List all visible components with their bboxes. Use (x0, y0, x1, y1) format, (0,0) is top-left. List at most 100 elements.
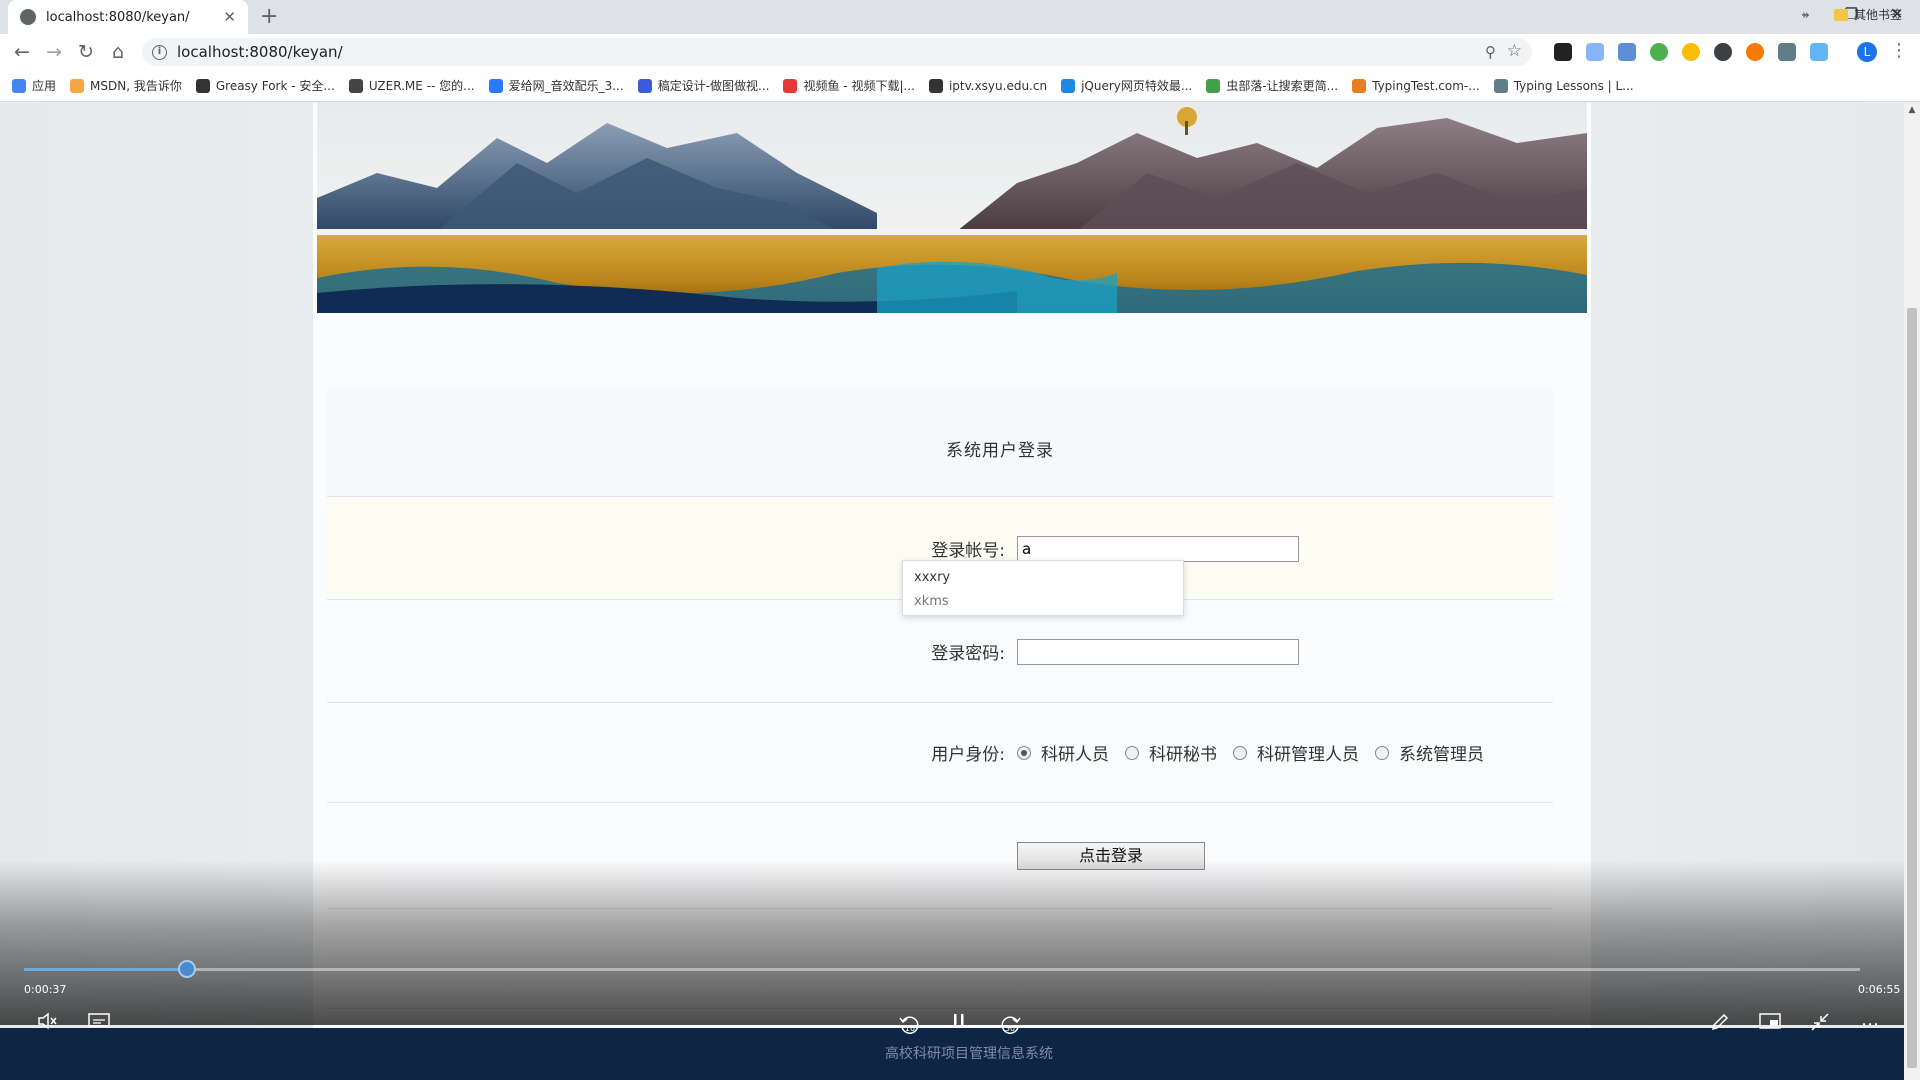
extension-icon[interactable] (1618, 43, 1636, 61)
address-bar[interactable]: i localhost:8080/keyan/ ⚲ ☆ (142, 38, 1532, 66)
extension-icon[interactable] (1650, 43, 1668, 61)
new-tab-icon[interactable]: + (260, 4, 278, 30)
zoom-icon[interactable]: ⚲ (1485, 43, 1496, 61)
radio-button[interactable] (1017, 745, 1031, 760)
total-time: 0:06:55 (1858, 983, 1901, 996)
back-icon[interactable]: ← (8, 38, 36, 66)
autocomplete-option[interactable]: xkms (903, 595, 1183, 615)
bookmark-label: TypingTest.com-... (1372, 78, 1480, 93)
radio-button[interactable] (1125, 745, 1139, 760)
apps-grid-icon (12, 78, 26, 93)
bookmark-favicon-icon (783, 78, 798, 93)
tab-title: localhost:8080/keyan/ (46, 9, 190, 25)
form-title-row: 系统用户登录 (327, 388, 1553, 497)
role-label: 用户身份: (931, 745, 1005, 765)
landscape-banner-image (317, 103, 1587, 313)
more-options-icon[interactable]: ⋯ (1856, 1012, 1884, 1038)
info-icon[interactable]: i (152, 44, 167, 60)
bookmark-favicon-icon (1061, 78, 1076, 93)
extension-icon[interactable] (1714, 43, 1732, 61)
bookmark-item[interactable]: MSDN, 我告诉你 (70, 77, 182, 94)
role-option-label: 科研秘书 (1149, 745, 1217, 765)
extension-icon[interactable] (1586, 43, 1604, 61)
role-radio-system-admin[interactable]: 系统管理员 (1375, 740, 1484, 765)
bookmark-favicon-icon (928, 78, 943, 93)
url-text: localhost:8080/keyan/ (177, 43, 343, 61)
bookmark-item[interactable]: jQuery网页特效最... (1061, 77, 1192, 94)
scroll-thumb[interactable] (1907, 308, 1917, 1068)
exit-fullscreen-icon[interactable] (1806, 1012, 1834, 1038)
picture-in-picture-icon[interactable] (1756, 1012, 1784, 1038)
bookmark-favicon-icon (1493, 78, 1508, 93)
bookmarks-bar: 应用 MSDN, 我告诉你 Greasy Fork - 安全... UZER.ME -… (0, 70, 1920, 102)
bookmark-label: MSDN, 我告诉你 (90, 79, 182, 93)
browser-tab[interactable]: localhost:8080/keyan/ ✕ (8, 0, 248, 34)
rewind-10-icon[interactable]: 10 (895, 1012, 925, 1038)
bookmark-label: iptv.xsyu.edu.cn (948, 78, 1048, 93)
extension-icon[interactable] (1746, 43, 1764, 61)
bookmark-item[interactable]: 视频鱼 - 视频下载|... (783, 77, 915, 94)
other-bookmarks[interactable]: 其他书签 (1834, 6, 1902, 23)
forward-30-icon[interactable]: 30 (995, 1012, 1025, 1038)
bookmark-favicon-icon (488, 78, 503, 93)
role-radio-research-manager[interactable]: 科研管理人员 (1233, 740, 1359, 765)
video-progress-bar[interactable] (24, 960, 1860, 978)
pen-icon[interactable] (1706, 1012, 1734, 1038)
password-label: 登录密码: (931, 644, 1005, 664)
profile-avatar[interactable]: L (1857, 42, 1877, 62)
bookmark-label: UZER.ME -- 您的... (368, 79, 475, 93)
account-input[interactable] (1017, 536, 1299, 562)
more-bookmarks-icon[interactable]: » (1802, 8, 1810, 23)
bookmark-item[interactable]: Greasy Fork - 安全... (195, 77, 335, 94)
bookmark-favicon-icon (70, 78, 85, 93)
radio-button[interactable] (1233, 745, 1247, 760)
bookmark-label: 稿定设计-做图做视... (657, 79, 770, 93)
bookmark-item[interactable]: 爱给网_音效配乐_3... (488, 77, 624, 94)
role-option-label: 系统管理员 (1399, 745, 1484, 765)
bookmark-item[interactable]: Typing Lessons | L... (1493, 78, 1634, 93)
scroll-up-icon[interactable]: ▲ (1904, 105, 1920, 115)
video-controls-overlay (0, 860, 1904, 1025)
bookmark-item[interactable]: 稿定设计-做图做视... (637, 77, 770, 94)
header-banner (317, 103, 1587, 313)
progress-fill (24, 968, 188, 971)
autocomplete-dropdown: xxxry xkms (902, 560, 1184, 616)
star-icon[interactable]: ☆ (1507, 41, 1522, 61)
bookmark-item[interactable]: TypingTest.com-... (1352, 78, 1480, 93)
bookmark-item[interactable]: 虫部落-让搜索更简... (1206, 77, 1338, 94)
role-radio-secretary[interactable]: 科研秘书 (1125, 740, 1217, 765)
globe-icon (20, 9, 36, 25)
bookmark-favicon-icon (1206, 78, 1221, 93)
mute-icon[interactable] (33, 1012, 61, 1038)
bookmark-item[interactable]: UZER.ME -- 您的... (348, 77, 475, 94)
forward-seconds-label: 30 (1005, 1024, 1015, 1033)
chrome-icon[interactable] (1682, 43, 1700, 61)
subtitles-icon[interactable] (85, 1012, 113, 1038)
bookmark-item[interactable]: iptv.xsyu.edu.cn (928, 78, 1048, 93)
password-input[interactable] (1017, 639, 1299, 665)
account-label: 登录帐号: (931, 541, 1005, 561)
extension-icon[interactable] (1778, 43, 1796, 61)
pause-icon[interactable] (945, 1012, 973, 1038)
browser-toolbar: ← → ↻ ⌂ i localhost:8080/keyan/ ⚲ ☆ L ⋮ (0, 34, 1920, 70)
tab-strip: localhost:8080/keyan/ ✕ + – ❐ ✕ (0, 0, 1920, 34)
close-icon[interactable]: ✕ (223, 8, 236, 26)
vertical-scrollbar[interactable]: ▲ (1904, 103, 1920, 1080)
bookmark-label: 应用 (32, 79, 57, 93)
bookmark-label: 虫部落-让搜索更简... (1226, 79, 1339, 93)
bookmark-favicon-icon (637, 78, 652, 93)
home-icon[interactable]: ⌂ (104, 38, 132, 66)
autocomplete-option[interactable]: xxxry (903, 561, 1183, 595)
kebab-menu-icon[interactable]: ⋮ (1890, 40, 1908, 61)
bookmark-favicon-icon (195, 78, 210, 93)
role-radio-researcher[interactable]: 科研人员 (1017, 740, 1109, 765)
radio-button[interactable] (1375, 745, 1389, 760)
extension-icon[interactable] (1554, 43, 1572, 61)
reload-icon[interactable]: ↻ (72, 38, 100, 66)
extension-icon[interactable] (1810, 43, 1828, 61)
forward-icon[interactable]: → (40, 38, 68, 66)
footer-text: 高校科研项目管理信息系统 (885, 1046, 1053, 1062)
bookmark-label: Typing Lessons | L... (1513, 78, 1634, 93)
rewind-seconds-label: 10 (905, 1024, 915, 1033)
bookmark-item[interactable]: 应用 (12, 77, 56, 94)
